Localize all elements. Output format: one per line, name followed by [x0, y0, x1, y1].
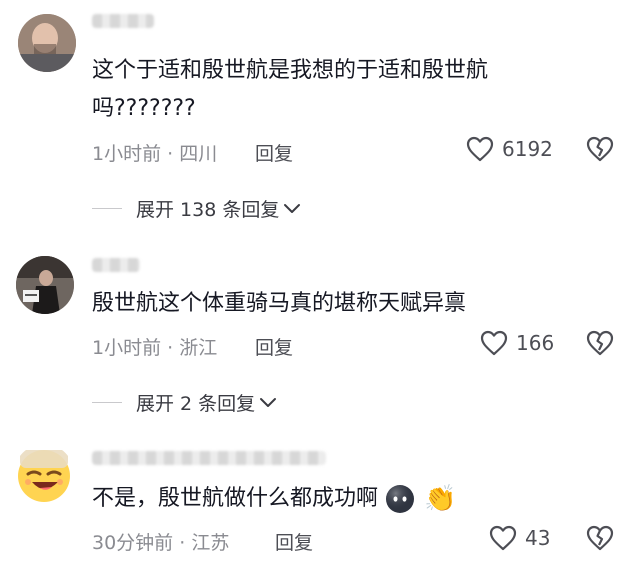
- comment-text: 殷世航这个体重骑马真的堪称天赋异禀: [92, 291, 467, 316]
- dark-face-emoji-icon: [386, 485, 415, 513]
- expand-replies-label: 展开 138 条回复: [136, 199, 280, 221]
- avatar[interactable]: [16, 256, 74, 314]
- comment-location: 四川: [179, 143, 218, 165]
- like-count: 43: [525, 526, 551, 550]
- avatar[interactable]: [14, 444, 74, 504]
- reply-button[interactable]: 回复: [255, 333, 293, 360]
- broken-heart-icon: [586, 330, 614, 356]
- meta-separator: ·: [161, 143, 180, 165]
- heart-outline-icon: [466, 136, 494, 162]
- dislike-button[interactable]: [586, 330, 614, 360]
- comment-time: 1小时前: [92, 143, 162, 165]
- reply-button[interactable]: 回复: [255, 139, 293, 166]
- expand-replies-button[interactable]: 展开 2 条回复: [92, 389, 277, 416]
- comment-location: 浙江: [179, 337, 218, 359]
- clap-emoji-icon: 👏: [424, 484, 457, 514]
- like-count: 166: [516, 331, 555, 355]
- username-redacted[interactable]: [92, 258, 140, 272]
- like-button[interactable]: 166: [480, 330, 554, 356]
- chevron-down-icon: [284, 203, 301, 213]
- expand-replies-label: 展开 2 条回复: [136, 393, 256, 415]
- laughing-face-avatar: [18, 450, 70, 502]
- comment-text: 这个于适和殷世航是我想的于适和殷世航 吗???????: [92, 58, 489, 121]
- comment-time: 1小时前: [92, 337, 162, 359]
- comment-meta: 1小时前 · 四川: [92, 139, 217, 166]
- comment-time: 30分钟前: [92, 532, 174, 554]
- divider-line: [92, 208, 122, 209]
- heart-outline-icon: [489, 525, 517, 551]
- comment-meta: 1小时前 · 浙江: [92, 333, 217, 360]
- dislike-button[interactable]: [586, 136, 614, 166]
- comment-text: 不是，殷世航做什么都成功啊 👏: [92, 480, 456, 518]
- username-redacted[interactable]: [92, 451, 326, 465]
- meta-separator: ·: [173, 532, 192, 554]
- meta-separator: ·: [161, 337, 180, 359]
- like-button[interactable]: 6192: [466, 136, 553, 162]
- reply-button[interactable]: 回复: [275, 528, 313, 555]
- comment-meta: 30分钟前 · 江苏: [92, 528, 229, 555]
- expand-replies-button[interactable]: 展开 138 条回复: [92, 195, 301, 222]
- dislike-button[interactable]: [586, 525, 614, 555]
- username-redacted[interactable]: [92, 14, 154, 28]
- comment-location: 江苏: [191, 532, 230, 554]
- broken-heart-icon: [586, 525, 614, 551]
- like-count: 6192: [502, 137, 553, 161]
- divider-line: [92, 402, 122, 403]
- like-button[interactable]: 43: [489, 525, 550, 551]
- heart-outline-icon: [480, 330, 508, 356]
- chevron-down-icon: [260, 397, 277, 407]
- broken-heart-icon: [586, 136, 614, 162]
- avatar[interactable]: [18, 14, 76, 72]
